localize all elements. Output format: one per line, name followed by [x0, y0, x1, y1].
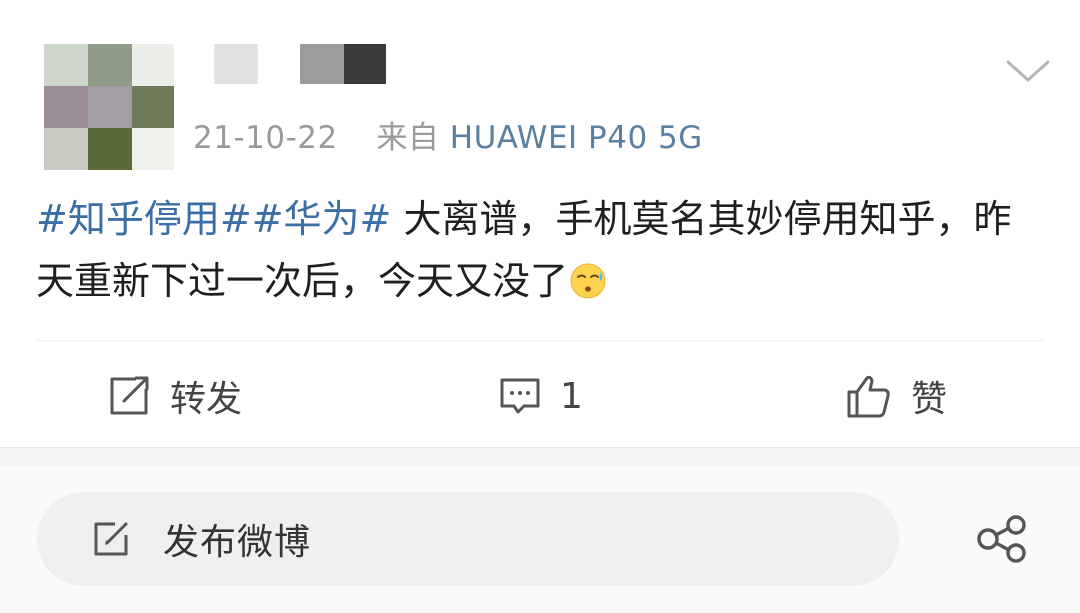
device-link[interactable]: HUAWEI P40 5G — [450, 120, 703, 156]
post-meta: 21-10-22 来自 HUAWEI P40 5G — [193, 116, 703, 160]
post-content: #知乎停用##华为# 大离谱，手机莫名其妙停用知乎，昨天重新下过一次后，今天又没… — [36, 188, 1044, 312]
compose-label: 发布微博 — [163, 522, 312, 563]
comment-button[interactable]: 1 — [498, 370, 583, 422]
like-button[interactable]: 赞 — [845, 370, 947, 422]
share-icon[interactable] — [976, 515, 1028, 563]
edit-icon — [94, 522, 128, 556]
username-blurred[interactable] — [344, 44, 386, 84]
section-separator — [0, 447, 1080, 466]
thumbs-up-icon — [847, 375, 890, 418]
avatar[interactable] — [44, 44, 174, 170]
comment-count: 1 — [560, 375, 583, 417]
sleepy-sweat-emoji-icon — [570, 263, 606, 299]
username-blurred[interactable] — [300, 44, 344, 84]
repost-button[interactable]: 转发 — [106, 370, 242, 422]
source-prefix: 来自 — [376, 120, 440, 156]
topic-tag[interactable]: #华为# — [252, 197, 392, 241]
like-label: 赞 — [911, 379, 948, 420]
post-actions: 转发 1 赞 — [0, 350, 1080, 442]
divider — [36, 340, 1044, 341]
repost-icon — [110, 376, 149, 415]
post-date: 21-10-22 — [193, 120, 338, 156]
chevron-down-icon[interactable] — [1004, 56, 1052, 86]
username-blurred[interactable] — [214, 44, 258, 84]
compose-weibo-button[interactable]: 发布微博 — [37, 492, 899, 586]
bottom-toolbar: 发布微博 — [0, 465, 1080, 613]
comment-icon — [500, 378, 540, 414]
topic-tag[interactable]: #知乎停用# — [36, 197, 252, 241]
repost-label: 转发 — [170, 379, 243, 420]
weibo-post-card: 21-10-22 来自 HUAWEI P40 5G #知乎停用##华为# 大离谱… — [0, 0, 1080, 447]
